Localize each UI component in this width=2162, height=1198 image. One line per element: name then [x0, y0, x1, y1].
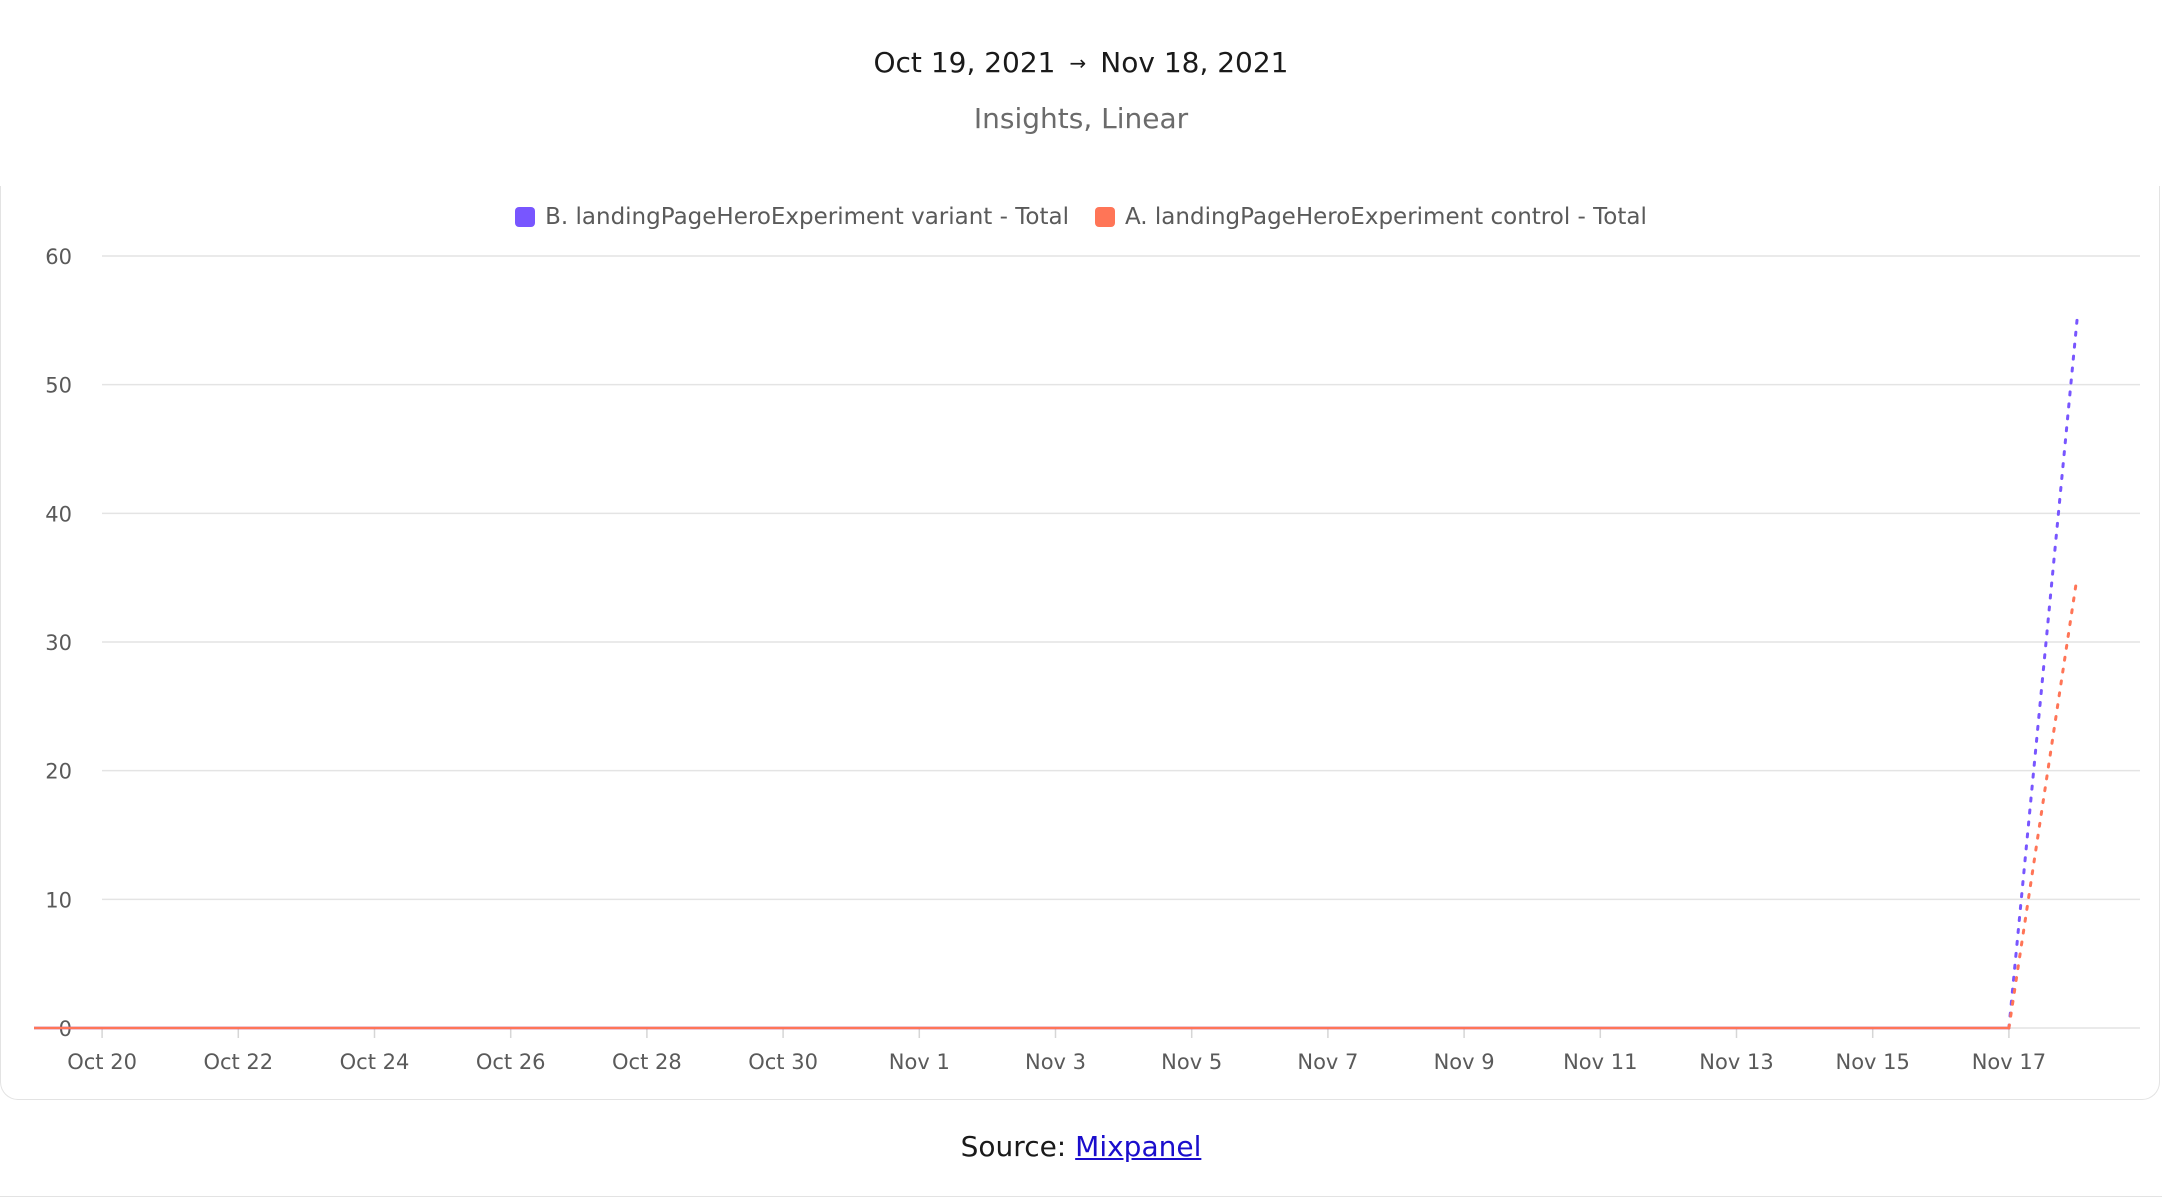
x-tick-label: Oct 26: [476, 1050, 546, 1074]
x-tick-label: Nov 17: [1972, 1050, 2046, 1074]
x-tick-label: Nov 15: [1836, 1050, 1910, 1074]
y-tick-label: 30: [45, 631, 72, 655]
source-prefix: Source:: [960, 1130, 1076, 1163]
x-tick-label: Oct 28: [612, 1050, 682, 1074]
series-incomplete-segment-1: [2007, 576, 2079, 1030]
x-tick-label: Nov 5: [1161, 1050, 1222, 1074]
x-tick-label: Oct 20: [67, 1050, 137, 1074]
x-tick-label: Oct 24: [340, 1050, 410, 1074]
x-tick-label: Nov 7: [1297, 1050, 1358, 1074]
source-line: Source: Mixpanel: [0, 1130, 2162, 1163]
y-tick-label: 10: [45, 888, 72, 912]
divider: [0, 1196, 2162, 1197]
line-chart: 0102030405060Oct 20 Oct 22 Oct 24 Oct 26 Oct…: [34, 245, 2140, 1074]
x-tick-label: Oct 22: [203, 1050, 273, 1074]
y-tick-label: 50: [45, 374, 72, 398]
y-tick-label: 40: [45, 502, 72, 526]
x-tick-label: Oct 30: [748, 1050, 818, 1074]
x-tick-label: Nov 11: [1563, 1050, 1637, 1074]
x-tick-label: Nov 9: [1434, 1050, 1495, 1074]
y-tick-label: 20: [45, 760, 72, 784]
y-tick-label: 60: [45, 245, 72, 269]
source-link[interactable]: Mixpanel: [1075, 1130, 1201, 1163]
series-incomplete-segment-0: [2007, 318, 2079, 1030]
x-tick-label: Nov 3: [1025, 1050, 1086, 1074]
x-tick-label: Nov 1: [889, 1050, 950, 1074]
x-tick-label: Nov 13: [1699, 1050, 1773, 1074]
